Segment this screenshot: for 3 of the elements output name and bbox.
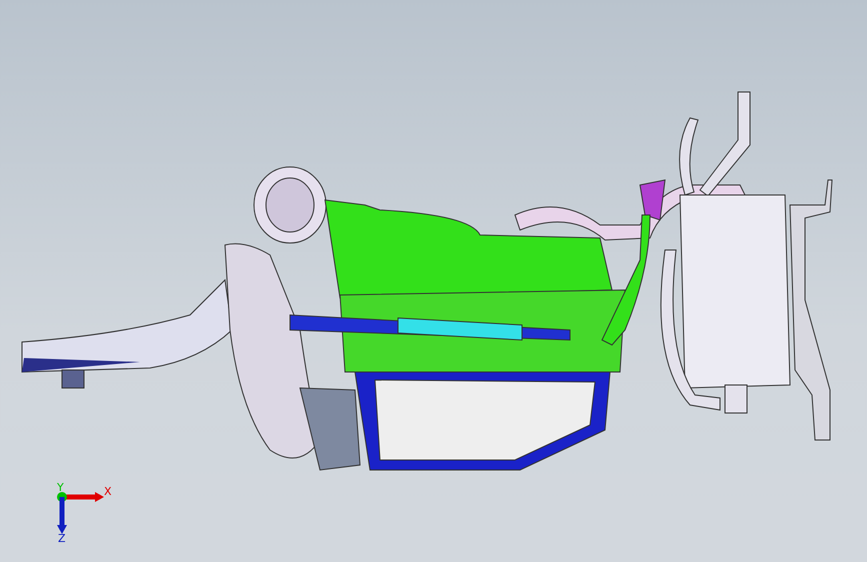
axis-label: Y [57, 482, 64, 493]
axis-label: X [104, 486, 112, 497]
axis-label: Z [58, 533, 66, 544]
